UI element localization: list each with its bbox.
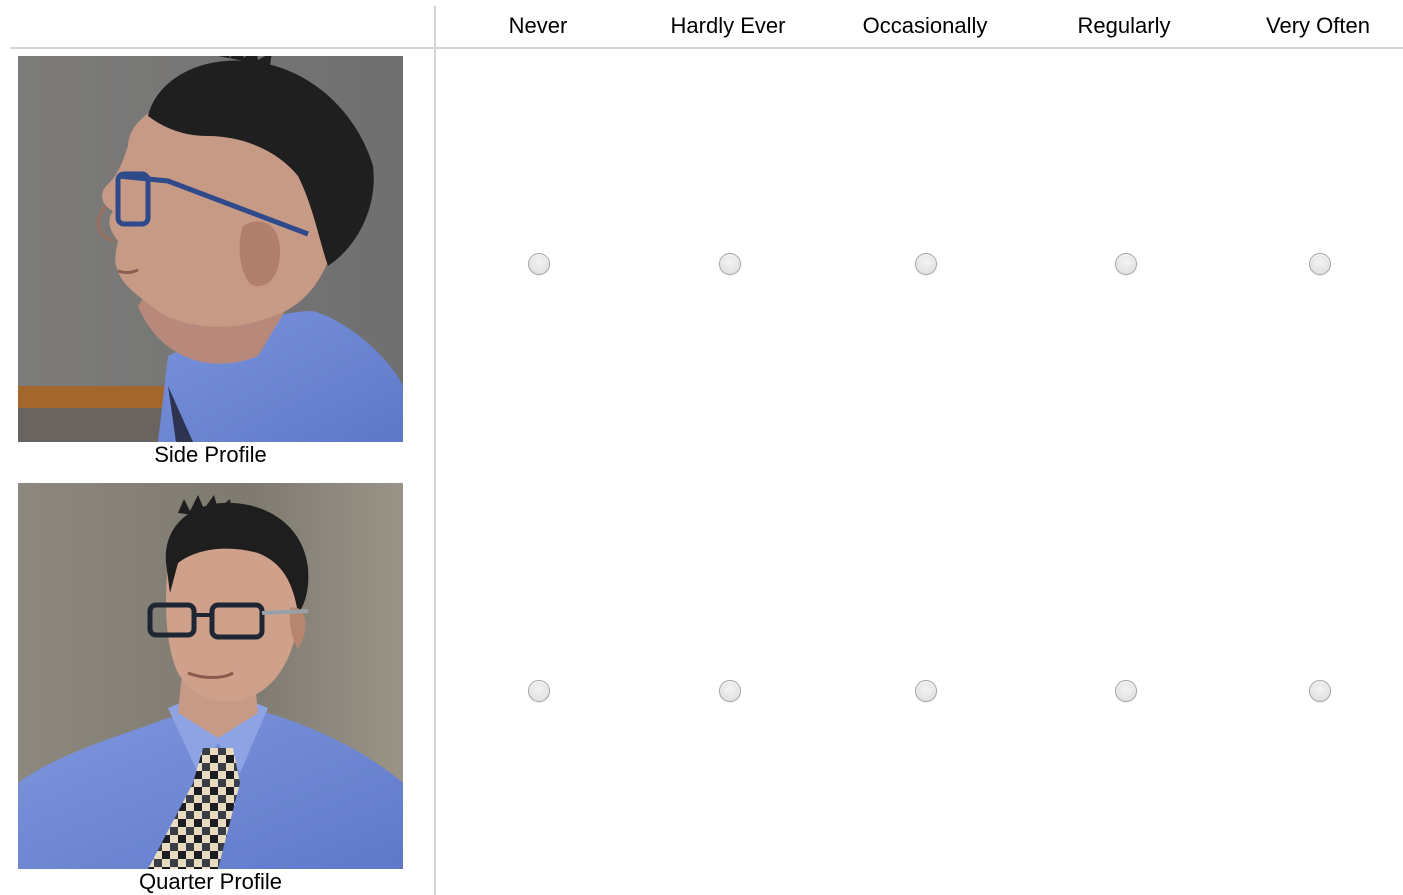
matrix-row-quarter-profile: Quarter Profile <box>0 483 1403 895</box>
radio-side-profile-never[interactable] <box>528 253 550 275</box>
radio-side-profile-regularly[interactable] <box>1115 253 1137 275</box>
scale-header-regularly: Regularly <box>1077 13 1171 38</box>
radio-side-profile-hardly-ever[interactable] <box>719 253 741 275</box>
scale-header-never: Never <box>508 13 568 38</box>
scale-header-very-often: Very Often <box>1266 13 1370 38</box>
scale-header-hardly-ever: Hardly Ever <box>670 13 786 38</box>
matrix-row-side-profile: Side Profile <box>0 56 1403 470</box>
row-caption-side-profile: Side Profile <box>154 442 267 467</box>
scale-header-occasionally: Occasionally <box>862 13 988 38</box>
radio-quarter-profile-regularly[interactable] <box>1115 680 1137 702</box>
radio-side-profile-occasionally[interactable] <box>915 253 937 275</box>
radio-quarter-profile-hardly-ever[interactable] <box>719 680 741 702</box>
row-caption-quarter-profile: Quarter Profile <box>138 869 283 894</box>
radio-quarter-profile-occasionally[interactable] <box>915 680 937 702</box>
quarter-profile-photo <box>18 483 403 869</box>
radio-quarter-profile-very-often[interactable] <box>1309 680 1331 702</box>
side-profile-photo <box>18 56 403 442</box>
header-divider <box>10 47 1403 49</box>
row-label-cell: Side Profile <box>18 56 403 468</box>
row-label-cell: Quarter Profile <box>18 483 403 895</box>
radio-quarter-profile-never[interactable] <box>528 680 550 702</box>
radio-side-profile-very-often[interactable] <box>1309 253 1331 275</box>
